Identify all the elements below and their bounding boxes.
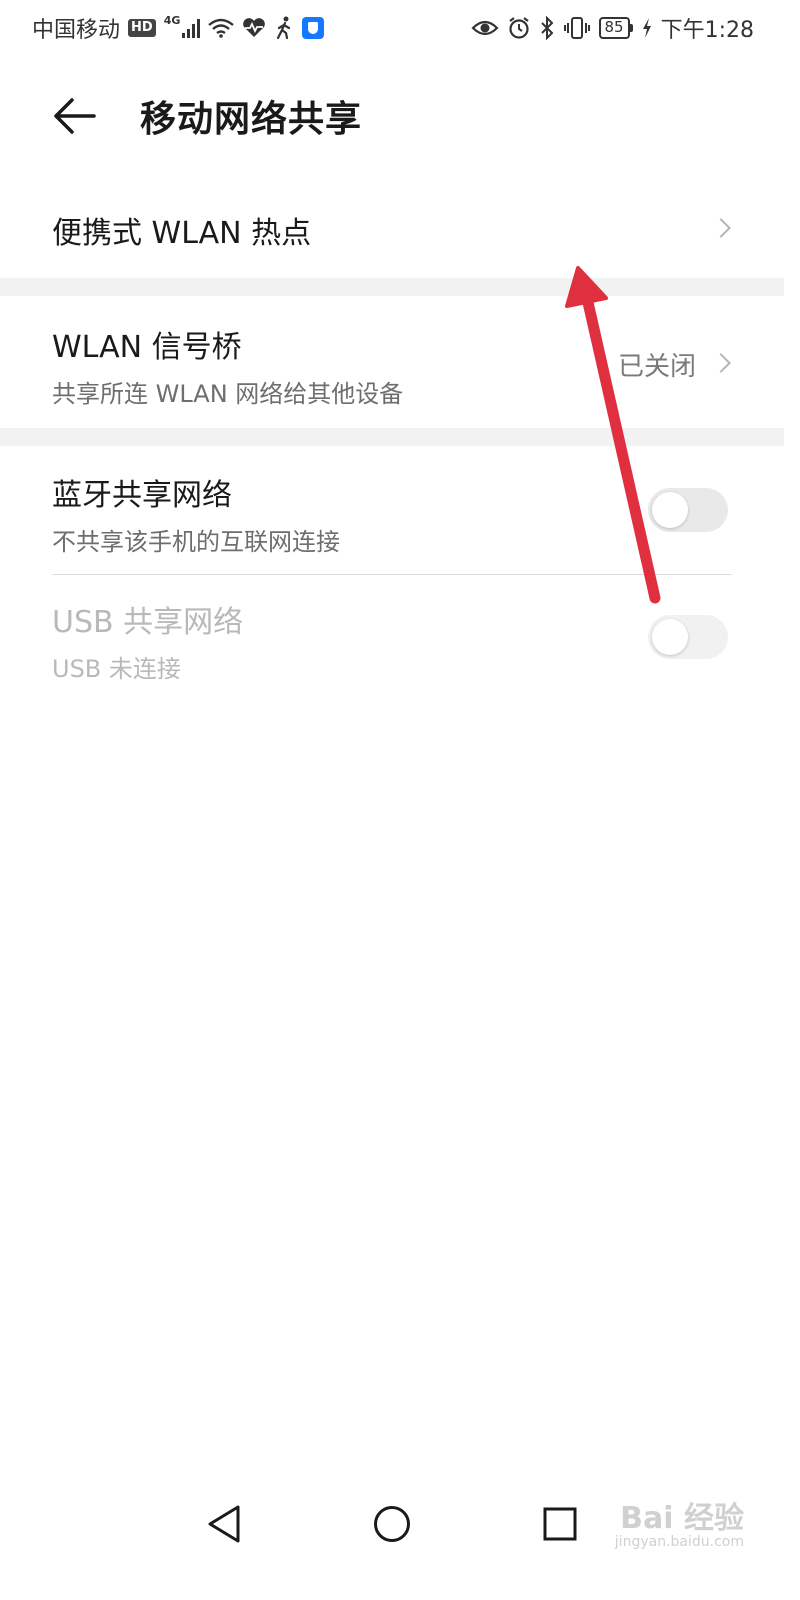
chevron-right-icon [711,218,731,238]
page-title: 移动网络共享 [140,99,363,140]
chevron-right-icon [711,353,731,373]
signal-icon [182,18,201,38]
carrier-label: 中国移动 [32,18,121,43]
hd-badge: HD [128,19,156,37]
alarm-icon [508,17,529,39]
toggle-knob [652,619,688,655]
nav-back-button[interactable] [202,1502,246,1546]
back-button[interactable] [0,70,120,162]
watermark-text: Bai 经验 [620,1501,744,1536]
status-bar-right: 85 下午1:28 [470,12,754,44]
status-bar: 中国移动 HD 4G 85 下午1:28 [0,0,784,56]
list-item-title: WLAN 信号桥 [52,330,242,365]
wifi-icon [208,18,235,38]
list-item-subtitle: 不共享该手机的互联网连接 [52,528,340,556]
status-bar-left: 中国移动 HD 4G [32,12,325,44]
app-header: 移动网络共享 [0,70,784,162]
list-item-subtitle: USB 未连接 [52,655,181,683]
vibrate-icon [563,17,590,39]
shield-icon [302,17,325,39]
network-type-label: 4G [163,13,181,27]
nav-recents-button[interactable] [538,1502,582,1546]
walking-icon [277,16,291,40]
section-divider [0,278,784,296]
list-item-title: 便携式 WLAN 热点 [52,216,312,251]
eye-icon [470,20,499,36]
list-item-subtitle: 共享所连 WLAN 网络给其他设备 [52,380,404,408]
bluetooth-tethering-toggle[interactable] [648,488,728,532]
watermark-logo: Bai 经验 jingyan.baidu.com [614,1501,744,1551]
section-divider [0,428,784,446]
bluetooth-icon [540,16,553,40]
list-item-wlan-hotspot[interactable]: 便携式 WLAN 热点 [0,178,784,278]
clock-label: 下午1:28 [660,18,754,43]
home-circle-icon [374,1506,410,1542]
list-item-wlan-bridge[interactable]: WLAN 信号桥 共享所连 WLAN 网络给其他设备 已关闭 [0,296,784,428]
list-item-usb-tethering: USB 共享网络 USB 未连接 [0,575,784,703]
status-value: 已关闭 [617,352,696,382]
list-item-title: USB 共享网络 [52,605,244,640]
back-triangle-icon [208,1505,240,1543]
list-item-bluetooth-tethering: 蓝牙共享网络 不共享该手机的互联网连接 [0,446,784,574]
charging-icon [642,18,651,38]
watermark-url: jingyan.baidu.com [614,1534,744,1550]
heart-rate-icon [243,18,266,37]
nav-home-button[interactable] [370,1502,414,1546]
battery-level: 85 [598,17,630,39]
recents-square-icon [543,1507,577,1541]
toggle-knob [652,492,688,528]
list-item-title: 蓝牙共享网络 [52,478,232,513]
back-arrow-icon [54,98,96,134]
battery-icon: 85 [598,17,633,39]
usb-tethering-toggle[interactable] [648,615,728,659]
